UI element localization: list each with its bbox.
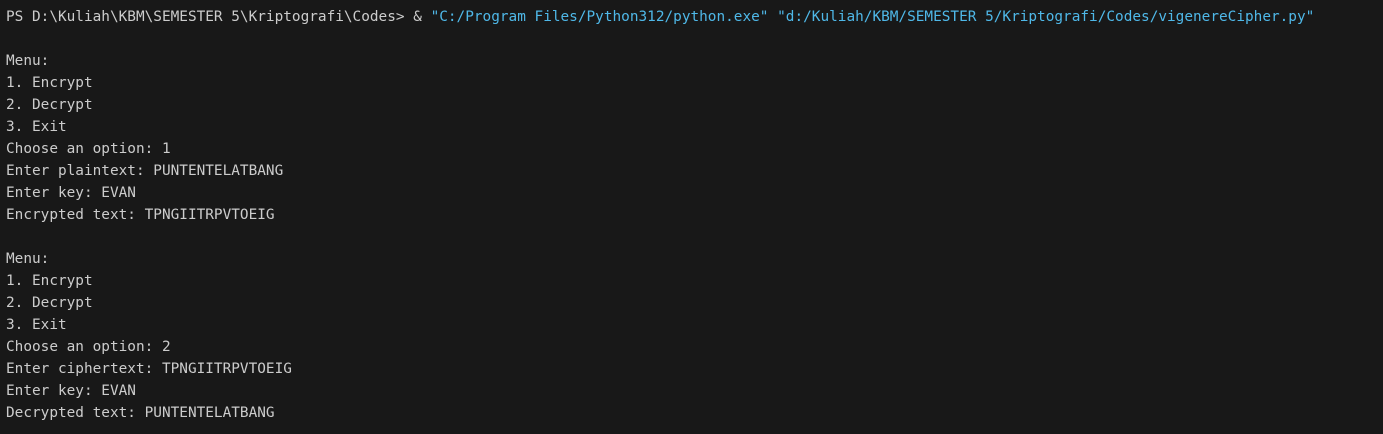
plaintext-input-line: Enter plaintext: PUNTENTELATBANG — [6, 163, 284, 179]
menu-option-exit: 3. Exit — [6, 119, 67, 135]
python-path: "C:/Program Files/Python312/python.exe" — [430, 9, 769, 25]
menu-option-exit: 3. Exit — [6, 317, 67, 333]
call-operator: & — [413, 9, 422, 25]
encrypted-output-line: Encrypted text: TPNGIITRPVTOEIG — [6, 207, 275, 223]
choose-option-line: Choose an option: 1 — [6, 141, 171, 157]
menu-option-decrypt: 2. Decrypt — [6, 295, 93, 311]
menu-option-encrypt: 1. Encrypt — [6, 75, 93, 91]
menu-title: Menu: — [6, 251, 50, 267]
choose-option-line: Choose an option: 2 — [6, 339, 171, 355]
menu-title: Menu: — [6, 53, 50, 69]
shell-prompt: PS D:\Kuliah\KBM\SEMESTER 5\Kriptografi\… — [6, 9, 405, 25]
key-input-line: Enter key: EVAN — [6, 383, 136, 399]
ciphertext-input-line: Enter ciphertext: TPNGIITRPVTOEIG — [6, 361, 292, 377]
script-path: "d:/Kuliah/KBM/SEMESTER 5/Kriptografi/Co… — [777, 9, 1315, 25]
terminal-panel[interactable]: PS D:\Kuliah\KBM\SEMESTER 5\Kriptografi\… — [0, 0, 1383, 434]
menu-option-decrypt: 2. Decrypt — [6, 97, 93, 113]
decrypted-output-line: Decrypted text: PUNTENTELATBANG — [6, 405, 275, 421]
key-input-line: Enter key: EVAN — [6, 185, 136, 201]
menu-option-encrypt: 1. Encrypt — [6, 273, 93, 289]
command-line: PS D:\Kuliah\KBM\SEMESTER 5\Kriptografi\… — [6, 6, 1383, 28]
